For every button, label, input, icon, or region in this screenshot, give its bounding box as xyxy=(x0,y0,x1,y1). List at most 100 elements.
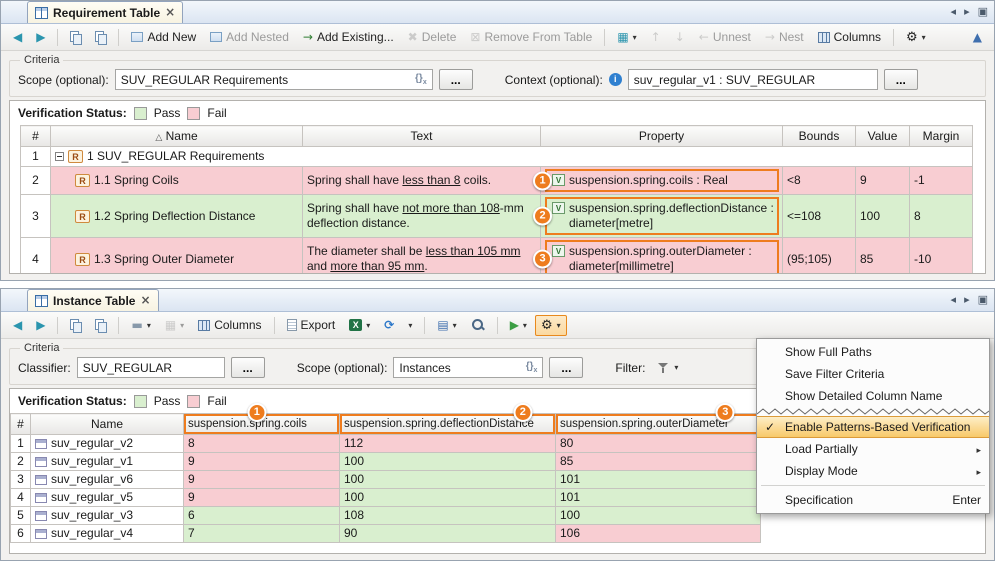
add-nested-button[interactable]: Add Nested xyxy=(204,26,295,48)
remove-from-table-button[interactable]: Remove From Table xyxy=(464,26,598,48)
coils-value-cell[interactable]: 7 xyxy=(184,525,340,543)
col-header-property[interactable]: Property xyxy=(541,126,783,147)
name-cell[interactable]: suv_regular_v3 xyxy=(31,507,184,525)
col-header-outer-diameter[interactable]: suspension.spring.outerDiameter3 xyxy=(556,414,761,435)
name-cell[interactable]: suv_regular_v6 xyxy=(31,471,184,489)
margin-cell[interactable]: -10 xyxy=(910,238,973,275)
instance-row[interactable]: 4 suv_regular_v5 9 100 101 xyxy=(11,489,761,507)
table-options-button[interactable] xyxy=(611,27,642,48)
export-button[interactable]: Export xyxy=(281,314,342,336)
col-header-num[interactable]: # xyxy=(21,126,51,147)
move-down-button[interactable] xyxy=(669,27,691,48)
classifier-input[interactable]: SUV_REGULAR xyxy=(77,357,225,378)
menu-item-show-detailed-column-name[interactable]: Show Detailed Column Name xyxy=(757,385,989,407)
col-header-margin[interactable]: Margin xyxy=(910,126,973,147)
copy-button[interactable] xyxy=(64,27,87,47)
deflection-value-cell[interactable]: 112 xyxy=(340,435,556,453)
context-browse-button[interactable]: ... xyxy=(884,69,918,90)
delete-button[interactable]: Delete xyxy=(402,26,463,48)
tab-instance-table[interactable]: Instance Table xyxy=(27,289,159,311)
text-cell[interactable]: The diameter shall be less than 105 mm a… xyxy=(303,238,541,275)
outer-diameter-value-cell[interactable]: 85 xyxy=(556,453,761,471)
highlighted-property-box[interactable]: 1 suspension.spring.coils : Real xyxy=(545,169,779,192)
add-new-button[interactable]: Add New xyxy=(125,26,202,48)
col-header-name[interactable]: Name xyxy=(31,414,184,435)
refresh-button[interactable] xyxy=(378,315,400,336)
menu-item-specification[interactable]: SpecificationEnter xyxy=(757,489,989,511)
scope-browse-button[interactable]: ... xyxy=(439,69,473,90)
export-excel-button[interactable] xyxy=(343,315,376,335)
instance-row[interactable]: 5 suv_regular_v3 6 108 100 xyxy=(11,507,761,525)
outer-diameter-value-cell[interactable]: 101 xyxy=(556,471,761,489)
menu-item-load-partially[interactable]: Load Partially xyxy=(757,438,989,460)
forward-button[interactable] xyxy=(30,315,51,336)
value-cell[interactable]: 100 xyxy=(856,195,910,238)
bounds-cell[interactable]: <=108 xyxy=(783,195,856,238)
col-header-name[interactable]: Name xyxy=(51,126,303,147)
verify-run-button[interactable] xyxy=(504,315,533,336)
options-gear-button[interactable] xyxy=(535,315,567,336)
scope-input[interactable]: SUV_REGULAR Requirements xyxy=(115,69,433,90)
name-cell[interactable]: suv_regular_v2 xyxy=(31,435,184,453)
instance-row[interactable]: 1 suv_regular_v2 8 112 80 xyxy=(11,435,761,453)
requirement-row[interactable]: 2 1.1 Spring Coils Spring shall have les… xyxy=(21,167,973,195)
context-input[interactable]: suv_regular_v1 : SUV_REGULAR xyxy=(628,69,878,90)
collapse-expander-icon[interactable] xyxy=(55,152,64,161)
maximize-icon[interactable] xyxy=(978,5,988,18)
root-name-cell[interactable]: 1 SUV_REGULAR Requirements xyxy=(51,147,973,167)
requirement-row[interactable]: 4 1.3 Spring Outer Diameter The diameter… xyxy=(21,238,973,275)
text-cell[interactable]: Spring shall have less than 8 coils. xyxy=(303,167,541,195)
coils-value-cell[interactable]: 9 xyxy=(184,471,340,489)
value-cell[interactable]: 85 xyxy=(856,238,910,275)
deflection-value-cell[interactable]: 108 xyxy=(340,507,556,525)
scope-input[interactable]: Instances xyxy=(393,357,543,378)
instance-row[interactable]: 6 suv_regular_v4 7 90 106 xyxy=(11,525,761,543)
scroll-left-icon[interactable] xyxy=(951,5,957,18)
col-header-value[interactable]: Value xyxy=(856,126,910,147)
move-up-button[interactable] xyxy=(645,27,667,48)
columns-button[interactable]: Columns xyxy=(192,314,267,336)
scope-browse-button[interactable]: ... xyxy=(549,357,583,378)
bounds-cell[interactable]: (95;105) xyxy=(783,238,856,275)
deflection-value-cell[interactable]: 100 xyxy=(340,489,556,507)
outer-diameter-value-cell[interactable]: 106 xyxy=(556,525,761,543)
filter-button[interactable] xyxy=(651,358,684,378)
col-header-deflection[interactable]: suspension.spring.deflectionDistance2 xyxy=(340,414,556,435)
coils-value-cell[interactable]: 9 xyxy=(184,489,340,507)
columns-button[interactable]: Columns xyxy=(812,26,887,48)
property-cell[interactable]: 1 suspension.spring.coils : Real xyxy=(541,167,783,195)
col-header-bounds[interactable]: Bounds xyxy=(783,126,856,147)
requirement-row[interactable]: 3 1.2 Spring Deflection Distance Spring … xyxy=(21,195,973,238)
margin-cell[interactable]: -1 xyxy=(910,167,973,195)
bounds-cell[interactable]: <8 xyxy=(783,167,856,195)
margin-cell[interactable]: 8 xyxy=(910,195,973,238)
back-button[interactable] xyxy=(7,315,28,336)
copy-button[interactable] xyxy=(64,315,87,335)
close-icon[interactable] xyxy=(140,294,150,307)
name-cell[interactable]: 1.1 Spring Coils xyxy=(51,167,303,195)
name-cell[interactable]: suv_regular_v1 xyxy=(31,453,184,471)
move-row-button[interactable] xyxy=(159,315,190,336)
menu-item-enable-patterns-based-verification[interactable]: Enable Patterns-Based Verification xyxy=(757,416,989,438)
collapse-panel-button[interactable] xyxy=(967,27,988,48)
name-cell[interactable]: 1.3 Spring Outer Diameter xyxy=(51,238,303,275)
maximize-icon[interactable] xyxy=(978,293,988,306)
property-cell[interactable]: 3 suspension.spring.outerDiameter : diam… xyxy=(541,238,783,275)
deflection-value-cell[interactable]: 100 xyxy=(340,471,556,489)
close-icon[interactable] xyxy=(165,6,175,19)
menu-item-display-mode[interactable]: Display Mode xyxy=(757,460,989,482)
back-button[interactable] xyxy=(7,27,28,48)
scroll-left-icon[interactable] xyxy=(951,293,957,306)
name-cell[interactable]: 1.2 Spring Deflection Distance xyxy=(51,195,303,238)
view-mode-button[interactable] xyxy=(431,315,462,336)
search-button[interactable] xyxy=(465,314,491,336)
classifier-browse-button[interactable]: ... xyxy=(231,357,265,378)
highlighted-property-box[interactable]: 3 suspension.spring.outerDiameter : diam… xyxy=(545,240,779,274)
menu-item-show-full-paths[interactable]: Show Full Paths xyxy=(757,341,989,363)
highlighted-property-box[interactable]: 2 suspension.spring.deflectionDistance :… xyxy=(545,197,779,235)
outer-diameter-value-cell[interactable]: 100 xyxy=(556,507,761,525)
outer-diameter-value-cell[interactable]: 80 xyxy=(556,435,761,453)
col-header-coils[interactable]: suspension.spring.coils1 xyxy=(184,414,340,435)
copy-special-button[interactable] xyxy=(89,315,112,335)
forward-button[interactable] xyxy=(30,27,51,48)
